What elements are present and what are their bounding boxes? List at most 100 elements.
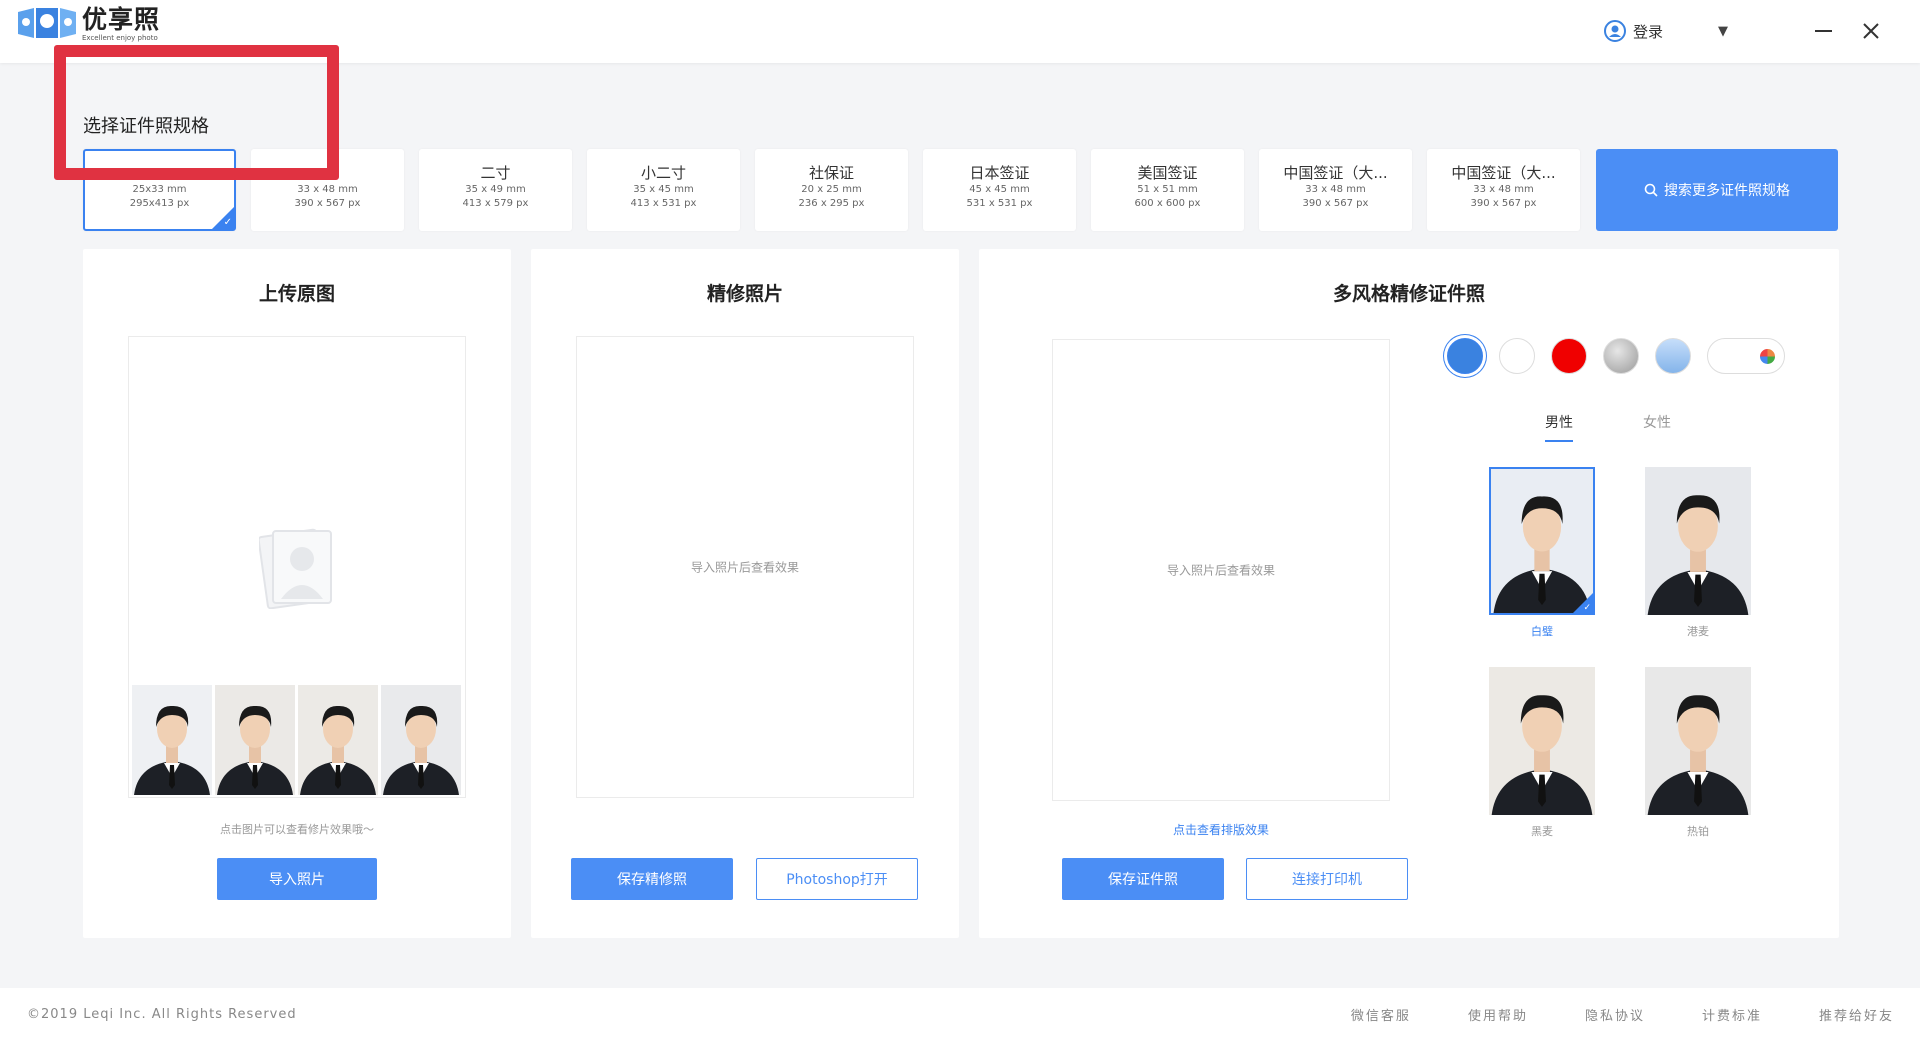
size-card[interactable]: 中国签证（大... 33 x 48 mm 390 x 567 px xyxy=(1259,149,1412,231)
color-wheel-icon xyxy=(1760,349,1775,364)
check-icon: ✓ xyxy=(223,217,232,228)
size-name: 社保证 xyxy=(808,164,854,182)
login-label: 登录 xyxy=(1633,22,1664,41)
upload-drop-area[interactable] xyxy=(128,336,466,798)
chevron-down-icon[interactable]: ▼ xyxy=(1718,24,1728,39)
size-mm: 33 x 48 mm xyxy=(1305,184,1366,195)
portrait-image xyxy=(1645,467,1751,615)
style-option[interactable]: ✓ 白璧 xyxy=(1489,467,1595,639)
background-color-swatches xyxy=(1447,338,1785,374)
style-preview: 导入照片后查看效果 xyxy=(1052,339,1390,801)
size-px: 413 x 579 px xyxy=(462,198,529,209)
style-option[interactable]: 港麦 xyxy=(1645,467,1751,639)
tab-female[interactable]: 女性 xyxy=(1643,412,1671,442)
style-panel-title: 多风格精修证件照 xyxy=(1332,283,1485,305)
style-option[interactable]: 黑麦 xyxy=(1489,667,1595,839)
size-card[interactable]: 社保证 20 x 25 mm 236 x 295 px xyxy=(755,149,908,231)
size-px: 413 x 531 px xyxy=(630,198,697,209)
retouch-preview: 导入照片后查看效果 xyxy=(576,336,914,798)
style-options: ✓ 白璧 港麦黑麦 热铂 xyxy=(1489,467,1751,839)
footer-links: 微信客服 使用帮助 隐私协议 计费标准 推荐给好友 xyxy=(1351,1005,1894,1024)
custom-color-picker[interactable] xyxy=(1707,338,1785,374)
size-name: 美国签证 xyxy=(1137,164,1198,182)
app-tagline: Excellent enjoy photo xyxy=(82,34,158,42)
open-photoshop-button[interactable]: Photoshop打开 xyxy=(756,858,918,900)
color-swatch[interactable] xyxy=(1655,338,1691,374)
size-card[interactable]: 二寸 35 x 49 mm 413 x 579 px xyxy=(419,149,572,231)
size-card[interactable]: 日本签证 45 x 45 mm 531 x 531 px xyxy=(923,149,1076,231)
style-label: 黑麦 xyxy=(1531,825,1553,838)
sample-thumbnail[interactable] xyxy=(132,685,212,795)
size-px: 531 x 531 px xyxy=(966,198,1033,209)
portrait-image xyxy=(298,685,378,795)
logo-text: 优享照 Excellent enjoy photo xyxy=(82,5,161,43)
color-swatch[interactable] xyxy=(1551,338,1587,374)
style-photo[interactable] xyxy=(1645,667,1751,815)
copyright: ©2019 Leqi Inc. All Rights Reserved xyxy=(27,1007,297,1022)
footer-link[interactable]: 隐私协议 xyxy=(1585,1005,1645,1024)
footer-link[interactable]: 使用帮助 xyxy=(1468,1005,1528,1024)
size-name: 小二寸 xyxy=(640,164,686,182)
search-icon xyxy=(1644,183,1658,197)
style-photo[interactable] xyxy=(1645,467,1751,615)
size-mm: 25x33 mm xyxy=(132,184,187,195)
portrait-image xyxy=(215,685,295,795)
sample-thumbnail[interactable] xyxy=(381,685,461,795)
style-label: 港麦 xyxy=(1687,625,1709,638)
footer-link[interactable]: 微信客服 xyxy=(1351,1005,1411,1024)
upload-panel-title: 上传原图 xyxy=(258,283,335,305)
upload-panel: 上传原图 点击图片可以查看修片效果哦～ 导入照片 xyxy=(83,249,511,938)
style-label: 白璧 xyxy=(1531,625,1553,638)
save-retouched-button[interactable]: 保存精修照 xyxy=(571,858,733,900)
retouch-panel-title: 精修照片 xyxy=(706,283,783,305)
search-more-label: 搜索更多证件照规格 xyxy=(1664,183,1790,199)
portrait-image xyxy=(381,685,461,795)
retouch-hint: 导入照片后查看效果 xyxy=(690,560,799,575)
connect-printer-button[interactable]: 连接打印机 xyxy=(1246,858,1408,900)
style-photo[interactable] xyxy=(1489,667,1595,815)
check-icon: ✓ xyxy=(1583,603,1591,613)
portrait-image xyxy=(1491,469,1593,613)
size-px: 390 x 567 px xyxy=(1470,198,1537,209)
footer-link[interactable]: 计费标准 xyxy=(1702,1005,1762,1024)
minimize-icon[interactable] xyxy=(1815,30,1832,32)
portrait-image xyxy=(1489,667,1595,815)
portrait-image xyxy=(1645,667,1751,815)
size-name: 中国签证（大... xyxy=(1283,164,1388,182)
tab-male[interactable]: 男性 xyxy=(1545,412,1573,442)
sample-thumbnails xyxy=(132,685,461,795)
photo-placeholder-icon xyxy=(259,528,332,609)
footer: ©2019 Leqi Inc. All Rights Reserved 微信客服… xyxy=(0,988,1920,1040)
style-panel: 多风格精修证件照 导入照片后查看效果 点击查看排版效果 保存证件照 连接打印机 … xyxy=(979,249,1839,938)
login-button[interactable]: 登录 xyxy=(1604,20,1663,42)
size-px: 600 x 600 px xyxy=(1134,198,1201,209)
size-card[interactable]: 中国签证（大... 33 x 48 mm 390 x 567 px xyxy=(1427,149,1580,231)
size-card[interactable]: 小二寸 35 x 45 mm 413 x 531 px xyxy=(587,149,740,231)
size-px: 390 x 567 px xyxy=(1302,198,1369,209)
retouch-panel: 精修照片 导入照片后查看效果 保存精修照 Photoshop打开 xyxy=(531,249,959,938)
sample-thumbnail[interactable] xyxy=(298,685,378,795)
size-name: 二寸 xyxy=(480,164,511,182)
app-name: 优享照 xyxy=(82,5,161,34)
logo-icon xyxy=(18,8,76,38)
style-photo[interactable]: ✓ xyxy=(1489,467,1595,615)
color-swatch[interactable] xyxy=(1499,338,1535,374)
layout-preview-link[interactable]: 点击查看排版效果 xyxy=(1052,821,1390,838)
search-more-sizes-button[interactable]: 搜索更多证件照规格 xyxy=(1596,149,1838,231)
size-name: 日本签证 xyxy=(969,164,1030,182)
app-logo: 优享照 Excellent enjoy photo xyxy=(14,4,160,44)
save-id-photo-button[interactable]: 保存证件照 xyxy=(1062,858,1224,900)
size-mm: 45 x 45 mm xyxy=(969,184,1030,195)
style-option[interactable]: 热铂 xyxy=(1645,667,1751,839)
portrait-image xyxy=(132,685,212,795)
footer-link[interactable]: 推荐给好友 xyxy=(1819,1005,1894,1024)
close-icon[interactable] xyxy=(1860,20,1882,42)
color-swatch[interactable] xyxy=(1447,338,1483,374)
style-label: 热铂 xyxy=(1687,825,1709,838)
size-card[interactable]: 美国签证 51 x 51 mm 600 x 600 px xyxy=(1091,149,1244,231)
import-photo-button[interactable]: 导入照片 xyxy=(217,858,377,900)
size-mm: 33 x 48 mm xyxy=(1473,184,1534,195)
size-mm: 35 x 45 mm xyxy=(633,184,694,195)
sample-thumbnail[interactable] xyxy=(215,685,295,795)
color-swatch[interactable] xyxy=(1603,338,1639,374)
